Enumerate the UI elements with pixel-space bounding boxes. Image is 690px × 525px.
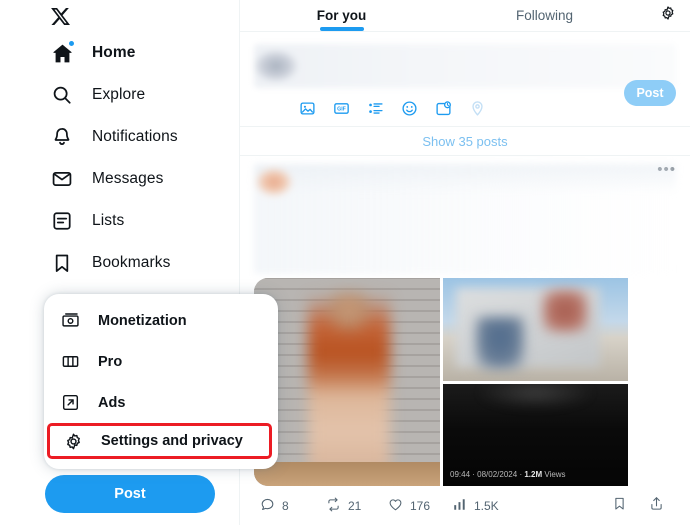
ads-arrow-icon [60, 392, 81, 413]
video-date: 08/02/2024 [477, 470, 518, 479]
monetization-icon [60, 310, 81, 331]
media-photo-person-brick-wall[interactable] [254, 278, 440, 486]
compose-post-button[interactable]: Post [624, 80, 676, 106]
reply-button[interactable]: 8 [260, 497, 326, 515]
menu-item-label: Pro [98, 353, 123, 370]
sidebar-item-home[interactable]: Home [0, 32, 239, 74]
image-icon[interactable] [298, 99, 316, 117]
post-content-blurred [254, 164, 676, 274]
post-engagement-bar: 8 21 176 1.5K [254, 491, 676, 521]
reply-count: 8 [282, 499, 289, 513]
blurred-figure-left [476, 317, 525, 369]
gear-icon [660, 5, 676, 26]
sidebar-item-lists[interactable]: Lists [0, 200, 239, 242]
menu-item-label: Settings and privacy [101, 433, 243, 449]
repost-button[interactable]: 21 [326, 497, 388, 515]
blurred-figure-right [542, 290, 588, 332]
like-count: 176 [410, 499, 431, 513]
x-app-window: Home Explore Notifications Messages List [0, 0, 690, 525]
menu-item-label: Ads [98, 394, 126, 411]
compose-box[interactable]: GIF Post [240, 32, 690, 127]
share-icon[interactable] [649, 496, 664, 516]
screen-glow [480, 384, 591, 409]
like-button[interactable]: 176 [388, 497, 452, 515]
sidebar-item-label: Notifications [92, 128, 178, 145]
svg-text:GIF: GIF [337, 106, 346, 112]
timeline-settings-button[interactable] [646, 0, 690, 31]
sidebar-item-label: Lists [92, 212, 125, 229]
sidebar-item-notifications[interactable]: Notifications [0, 116, 239, 158]
reply-icon [260, 497, 275, 515]
views-button[interactable]: 1.5K [452, 497, 504, 515]
video-views-count: 1.2M [524, 470, 543, 479]
sidebar-post-button[interactable]: Post [45, 475, 215, 513]
ground-strip [254, 462, 440, 486]
list-icon [50, 209, 74, 233]
views-icon [452, 497, 467, 515]
menu-item-settings-and-privacy[interactable]: Settings and privacy [47, 423, 272, 459]
tab-label: Following [515, 8, 574, 23]
views-count: 1.5K [474, 499, 499, 513]
pro-columns-icon [60, 351, 81, 372]
tab-label: For you [316, 8, 367, 23]
location-icon[interactable] [468, 99, 486, 117]
menu-item-ads[interactable]: Ads [44, 382, 278, 423]
like-icon [388, 497, 403, 515]
menu-item-label: Monetization [98, 312, 187, 329]
post-media-grid: 09:44 · 08/02/2024 · 1.2M Views [254, 278, 676, 486]
video-views-label: Views [544, 470, 566, 479]
sidebar-item-label: Bookmarks [92, 254, 171, 271]
search-icon [50, 83, 74, 107]
sidebar-item-bookmarks[interactable]: Bookmarks [0, 242, 239, 284]
menu-item-monetization[interactable]: Monetization [44, 300, 278, 341]
sidebar-item-label: Home [92, 44, 136, 61]
sidebar-item-label: Messages [92, 170, 164, 187]
menu-item-pro[interactable]: Pro [44, 341, 278, 382]
emoji-icon[interactable] [400, 99, 418, 117]
media-photo-outdoor-sign[interactable] [443, 278, 628, 381]
envelope-icon [50, 167, 74, 191]
active-tab-indicator [319, 27, 364, 31]
video-time: 09:44 [450, 470, 471, 479]
home-notification-dot [68, 40, 75, 47]
sidebar-item-messages[interactable]: Messages [0, 158, 239, 200]
sidebar-item-label: Explore [92, 86, 146, 103]
bookmark-icon[interactable] [612, 496, 627, 516]
tab-for-you[interactable]: For you [240, 0, 443, 31]
media-video-dark-screenshot[interactable]: 09:44 · 08/02/2024 · 1.2M Views [443, 384, 628, 486]
repost-icon [326, 497, 341, 515]
video-meta-overlay: 09:44 · 08/02/2024 · 1.2M Views [450, 470, 566, 479]
post-actions [612, 496, 664, 516]
bookmark-icon [50, 251, 74, 275]
gif-icon[interactable]: GIF [332, 99, 350, 117]
show-new-posts-button[interactable]: Show 35 posts [240, 127, 690, 156]
poll-icon[interactable] [366, 99, 384, 117]
compose-input-blurred[interactable] [254, 44, 676, 88]
more-options-dropdown: Monetization Pro Ads Settings and privac… [44, 294, 278, 469]
gear-icon [63, 431, 84, 452]
home-icon [50, 40, 75, 65]
timeline-tabs: For you Following [240, 0, 690, 32]
repost-count: 21 [348, 499, 362, 513]
main-timeline-column: For you Following GIF Post Show 35 posts… [240, 0, 690, 525]
x-logo[interactable] [0, 0, 239, 32]
sidebar-item-explore[interactable]: Explore [0, 74, 239, 116]
blurred-person [307, 292, 390, 472]
timeline-post: ••• 09:44 · 08/02/2024 [240, 156, 690, 521]
compose-toolbar: GIF [254, 90, 676, 126]
bell-icon [50, 125, 74, 149]
schedule-icon[interactable] [434, 99, 452, 117]
tab-following[interactable]: Following [443, 0, 646, 31]
